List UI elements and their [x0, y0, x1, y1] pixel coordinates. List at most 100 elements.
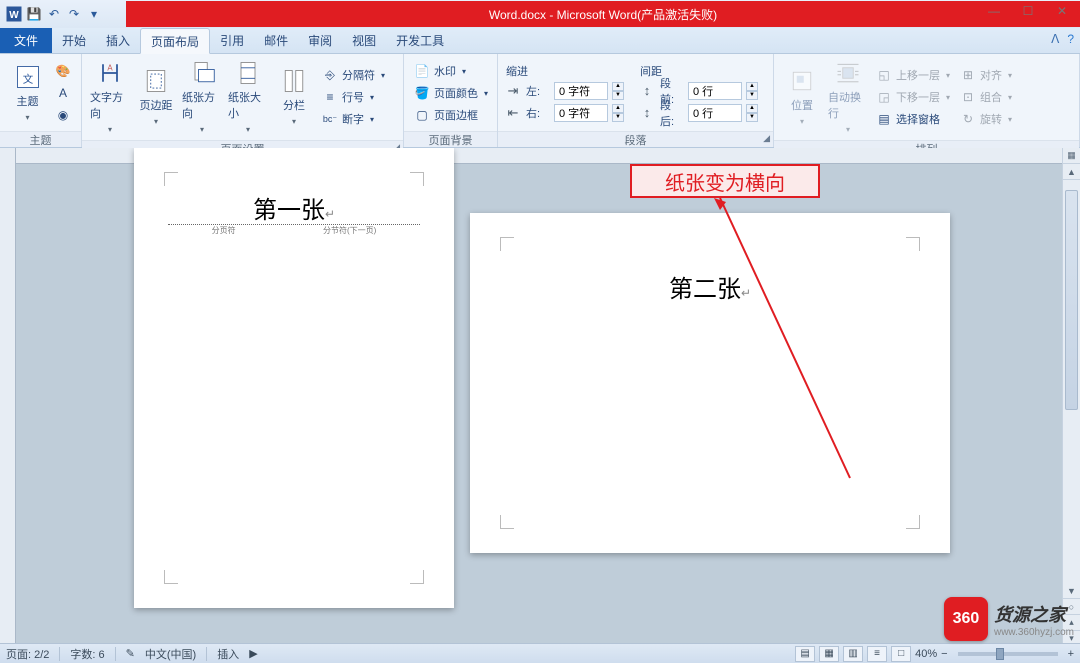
- ribbon: 文 主题 🎨 A ◉ 主题 A文字方向 页边距 纸张方向 纸张大小 分栏 ⎆分隔…: [0, 54, 1080, 148]
- minimize-ribbon-icon[interactable]: ᐱ: [1051, 32, 1059, 46]
- indent-left[interactable]: ⇥左:▲▼: [504, 81, 624, 101]
- svg-text:A: A: [107, 63, 113, 72]
- qa-customize[interactable]: ▾: [84, 4, 104, 24]
- tab-page-layout[interactable]: 页面布局: [140, 28, 210, 54]
- spacing-before[interactable]: ↕段前:▲▼: [638, 81, 758, 101]
- text-direction-button[interactable]: A文字方向: [88, 57, 132, 137]
- align-button[interactable]: ⊞对齐: [956, 65, 1016, 85]
- print-layout-view-icon[interactable]: ▤: [795, 646, 815, 662]
- zoom-slider-thumb[interactable]: [996, 648, 1004, 660]
- status-word-count[interactable]: 字数: 6: [70, 646, 104, 662]
- indent-right[interactable]: ⇤右:▲▼: [504, 103, 624, 123]
- scroll-up-icon[interactable]: ▲: [1063, 164, 1080, 180]
- tab-developer[interactable]: 开发工具: [386, 28, 454, 53]
- group-label-paragraph: 段落◢: [498, 131, 773, 147]
- zoom-out-icon[interactable]: −: [941, 648, 947, 660]
- group-page-background: 📄水印 🪣页面颜色 ▢页面边框 页面背景: [404, 54, 498, 147]
- position-button[interactable]: 位置: [780, 65, 824, 129]
- full-screen-view-icon[interactable]: ▦: [819, 646, 839, 662]
- close-button[interactable]: ✕: [1048, 2, 1076, 20]
- size-button[interactable]: 纸张大小: [226, 57, 270, 137]
- watermark-name: 货源之家: [994, 601, 1074, 627]
- tab-view[interactable]: 视图: [342, 28, 386, 53]
- crop-mark: [906, 515, 920, 529]
- theme-fonts[interactable]: A: [51, 83, 75, 103]
- help-icon[interactable]: ?: [1067, 32, 1074, 46]
- bring-forward-button[interactable]: ◱上移一层: [872, 65, 954, 85]
- paragraph-dialog-launcher[interactable]: ◢: [763, 133, 770, 144]
- spacing-before-input[interactable]: [688, 82, 742, 100]
- tab-mailings[interactable]: 邮件: [254, 28, 298, 53]
- tab-review[interactable]: 审阅: [298, 28, 342, 53]
- status-macro-icon[interactable]: ▶: [249, 647, 257, 660]
- file-tab[interactable]: 文件: [0, 28, 52, 53]
- indent-left-input[interactable]: [554, 82, 608, 100]
- crop-mark: [164, 570, 178, 584]
- outline-view-icon[interactable]: ≡: [867, 646, 887, 662]
- crop-mark: [500, 515, 514, 529]
- theme-colors[interactable]: 🎨: [51, 61, 75, 81]
- watermark-url: www.360hyzj.com: [994, 627, 1074, 638]
- zoom-slider[interactable]: [958, 652, 1058, 656]
- page-color-button[interactable]: 🪣页面颜色: [410, 83, 492, 103]
- line-numbers-button[interactable]: ≡行号: [318, 87, 389, 107]
- window-title: Word.docx - Microsoft Word(产品激活失败): [126, 1, 1080, 27]
- group-label-page-bg: 页面背景: [404, 131, 497, 147]
- zoom-in-icon[interactable]: +: [1068, 648, 1074, 660]
- window-controls: — ☐ ✕: [980, 2, 1076, 20]
- section-break: 分页符分节符(下一页): [168, 224, 420, 234]
- breaks-button[interactable]: ⎆分隔符: [318, 65, 389, 85]
- indent-left-down[interactable]: ▼: [612, 91, 624, 100]
- crop-mark: [500, 237, 514, 251]
- tab-home[interactable]: 开始: [52, 28, 96, 53]
- columns-button[interactable]: 分栏: [272, 65, 316, 129]
- title-bar: W 💾 ↶ ↷ ▾ Word.docx - Microsoft Word(产品激…: [0, 0, 1080, 28]
- watermark-button[interactable]: 📄水印: [410, 61, 492, 81]
- undo-icon[interactable]: ↶: [44, 4, 64, 24]
- orientation-button[interactable]: 纸张方向: [180, 57, 224, 137]
- group-button[interactable]: ⊡组合: [956, 87, 1016, 107]
- send-backward-button[interactable]: ◲下移一层: [872, 87, 954, 107]
- redo-icon[interactable]: ↷: [64, 4, 84, 24]
- vertical-ruler[interactable]: [0, 148, 16, 647]
- selection-pane-button[interactable]: ▤选择窗格: [872, 109, 954, 129]
- group-label-theme: 主题: [0, 131, 81, 147]
- zoom-level[interactable]: 40%: [915, 648, 937, 660]
- status-insert-mode[interactable]: 插入: [217, 646, 239, 662]
- draft-view-icon[interactable]: □: [891, 646, 911, 662]
- group-theme: 文 主题 🎨 A ◉ 主题: [0, 54, 82, 147]
- web-layout-view-icon[interactable]: ▥: [843, 646, 863, 662]
- tab-insert[interactable]: 插入: [96, 28, 140, 53]
- group-page-setup: A文字方向 页边距 纸张方向 纸张大小 分栏 ⎆分隔符 ≡行号 bc⁻断字 页面…: [82, 54, 404, 147]
- minimize-button[interactable]: —: [980, 2, 1008, 20]
- scroll-track[interactable]: [1063, 180, 1080, 583]
- page-1[interactable]: 第一张↵ 分页符分节符(下一页): [134, 148, 454, 608]
- scroll-thumb[interactable]: [1065, 190, 1078, 410]
- svg-text:W: W: [9, 10, 19, 21]
- hyphenation-button[interactable]: bc⁻断字: [318, 109, 389, 129]
- status-page[interactable]: 页面: 2/2: [6, 646, 49, 662]
- page1-title[interactable]: 第一张↵: [134, 190, 454, 225]
- theme-effects[interactable]: ◉: [51, 105, 75, 125]
- ruler-toggle-icon[interactable]: ▦: [1063, 148, 1080, 164]
- spacing-after[interactable]: ↕段后:▲▼: [638, 103, 758, 123]
- crop-mark: [906, 237, 920, 251]
- rotate-button[interactable]: ↻旋转: [956, 109, 1016, 129]
- maximize-button[interactable]: ☐: [1014, 2, 1042, 20]
- indent-right-input[interactable]: [554, 104, 608, 122]
- page-border-button[interactable]: ▢页面边框: [410, 105, 492, 125]
- indent-left-up[interactable]: ▲: [612, 82, 624, 91]
- vertical-scrollbar[interactable]: ▦ ▲ ▼ ○ ▴ ▾: [1062, 148, 1080, 647]
- tab-references[interactable]: 引用: [210, 28, 254, 53]
- word-icon[interactable]: W: [4, 4, 24, 24]
- svg-text:文: 文: [22, 72, 33, 85]
- proofing-icon[interactable]: ✎: [126, 647, 135, 660]
- document-canvas[interactable]: 第一张↵ 分页符分节符(下一页) 第二张↵ 纸张变为横向: [0, 148, 1062, 647]
- wrap-text-button[interactable]: 自动换行: [826, 57, 870, 137]
- spacing-header: 间距: [638, 63, 758, 79]
- status-language[interactable]: 中文(中国): [145, 646, 196, 662]
- save-icon[interactable]: 💾: [24, 4, 44, 24]
- margins-button[interactable]: 页边距: [134, 65, 178, 129]
- spacing-after-input[interactable]: [688, 104, 742, 122]
- themes-button[interactable]: 文 主题: [6, 61, 49, 125]
